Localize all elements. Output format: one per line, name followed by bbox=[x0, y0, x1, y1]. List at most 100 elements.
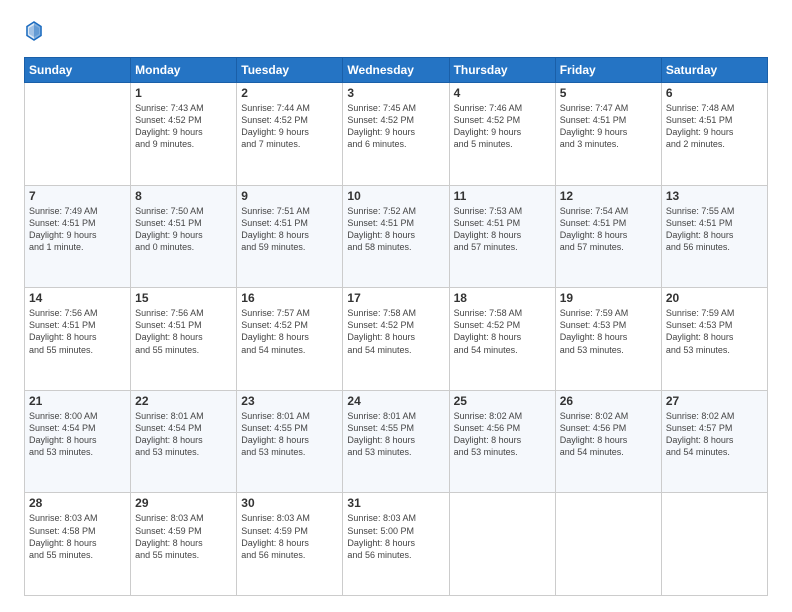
calendar-week-4: 21 Sunrise: 8:00 AM Sunset: 4:54 PM Dayli… bbox=[25, 390, 768, 493]
day-number: 19 bbox=[560, 291, 657, 305]
calendar-cell bbox=[449, 493, 555, 596]
calendar-cell: 19 Sunrise: 7:59 AM Sunset: 4:53 PM Dayli… bbox=[555, 288, 661, 391]
calendar-cell: 29 Sunrise: 8:03 AM Sunset: 4:59 PM Dayli… bbox=[131, 493, 237, 596]
day-number: 22 bbox=[135, 394, 232, 408]
day-info: Sunrise: 7:53 AM Sunset: 4:51 PM Dayligh… bbox=[454, 205, 551, 254]
day-info: Sunrise: 8:02 AM Sunset: 4:57 PM Dayligh… bbox=[666, 410, 763, 459]
day-number: 20 bbox=[666, 291, 763, 305]
day-info: Sunrise: 7:59 AM Sunset: 4:53 PM Dayligh… bbox=[666, 307, 763, 356]
day-number: 3 bbox=[347, 86, 444, 100]
calendar-table: SundayMondayTuesdayWednesdayThursdayFrid… bbox=[24, 57, 768, 596]
calendar-cell: 4Sunrise: 7:46 AM Sunset: 4:52 PM Daylig… bbox=[449, 83, 555, 186]
day-number: 24 bbox=[347, 394, 444, 408]
day-number: 1 bbox=[135, 86, 232, 100]
calendar-cell: 31 Sunrise: 8:03 AM Sunset: 5:00 PM Dayli… bbox=[343, 493, 449, 596]
day-info: Sunrise: 7:56 AM Sunset: 4:51 PM Dayligh… bbox=[29, 307, 126, 356]
calendar-cell: 2Sunrise: 7:44 AM Sunset: 4:52 PM Daylig… bbox=[237, 83, 343, 186]
day-number: 31 bbox=[347, 496, 444, 510]
day-number: 8 bbox=[135, 189, 232, 203]
day-info: Sunrise: 7:49 AM Sunset: 4:51 PM Dayligh… bbox=[29, 205, 126, 254]
calendar-cell: 23 Sunrise: 8:01 AM Sunset: 4:55 PM Dayli… bbox=[237, 390, 343, 493]
day-number: 13 bbox=[666, 189, 763, 203]
calendar-col-monday: Monday bbox=[131, 58, 237, 83]
day-info: Sunrise: 8:01 AM Sunset: 4:55 PM Dayligh… bbox=[241, 410, 338, 459]
day-number: 27 bbox=[666, 394, 763, 408]
day-info: Sunrise: 7:57 AM Sunset: 4:52 PM Dayligh… bbox=[241, 307, 338, 356]
calendar-cell: 26 Sunrise: 8:02 AM Sunset: 4:56 PM Dayli… bbox=[555, 390, 661, 493]
day-info: Sunrise: 8:01 AM Sunset: 4:55 PM Dayligh… bbox=[347, 410, 444, 459]
calendar-cell bbox=[25, 83, 131, 186]
calendar-cell: 25Sunrise: 8:02 AM Sunset: 4:56 PM Dayli… bbox=[449, 390, 555, 493]
day-info: Sunrise: 8:00 AM Sunset: 4:54 PM Dayligh… bbox=[29, 410, 126, 459]
day-number: 23 bbox=[241, 394, 338, 408]
calendar-col-thursday: Thursday bbox=[449, 58, 555, 83]
calendar-cell: 14 Sunrise: 7:56 AM Sunset: 4:51 PM Dayli… bbox=[25, 288, 131, 391]
calendar-cell: 6 Sunrise: 7:48 AM Sunset: 4:51 PM Daylig… bbox=[661, 83, 767, 186]
day-info: Sunrise: 7:47 AM Sunset: 4:51 PM Dayligh… bbox=[560, 102, 657, 151]
calendar-cell: 30Sunrise: 8:03 AM Sunset: 4:59 PM Dayli… bbox=[237, 493, 343, 596]
day-info: Sunrise: 7:44 AM Sunset: 4:52 PM Dayligh… bbox=[241, 102, 338, 151]
day-info: Sunrise: 7:59 AM Sunset: 4:53 PM Dayligh… bbox=[560, 307, 657, 356]
calendar-cell: 15Sunrise: 7:56 AM Sunset: 4:51 PM Dayli… bbox=[131, 288, 237, 391]
calendar-cell: 11Sunrise: 7:53 AM Sunset: 4:51 PM Dayli… bbox=[449, 185, 555, 288]
calendar-week-2: 7 Sunrise: 7:49 AM Sunset: 4:51 PM Daylig… bbox=[25, 185, 768, 288]
calendar-cell: 9 Sunrise: 7:51 AM Sunset: 4:51 PM Daylig… bbox=[237, 185, 343, 288]
calendar-cell: 18 Sunrise: 7:58 AM Sunset: 4:52 PM Dayli… bbox=[449, 288, 555, 391]
calendar-cell: 12Sunrise: 7:54 AM Sunset: 4:51 PM Dayli… bbox=[555, 185, 661, 288]
day-number: 21 bbox=[29, 394, 126, 408]
calendar-cell: 22 Sunrise: 8:01 AM Sunset: 4:54 PM Dayli… bbox=[131, 390, 237, 493]
day-info: Sunrise: 8:01 AM Sunset: 4:54 PM Dayligh… bbox=[135, 410, 232, 459]
calendar-cell: 16Sunrise: 7:57 AM Sunset: 4:52 PM Dayli… bbox=[237, 288, 343, 391]
calendar-cell: 17 Sunrise: 7:58 AM Sunset: 4:52 PM Dayli… bbox=[343, 288, 449, 391]
calendar-week-3: 14 Sunrise: 7:56 AM Sunset: 4:51 PM Dayli… bbox=[25, 288, 768, 391]
calendar-col-wednesday: Wednesday bbox=[343, 58, 449, 83]
calendar-col-friday: Friday bbox=[555, 58, 661, 83]
day-number: 4 bbox=[454, 86, 551, 100]
day-number: 17 bbox=[347, 291, 444, 305]
day-info: Sunrise: 7:50 AM Sunset: 4:51 PM Dayligh… bbox=[135, 205, 232, 254]
calendar-week-1: 1 Sunrise: 7:43 AM Sunset: 4:52 PM Daylig… bbox=[25, 83, 768, 186]
calendar-cell: 28Sunrise: 8:03 AM Sunset: 4:58 PM Dayli… bbox=[25, 493, 131, 596]
day-info: Sunrise: 8:03 AM Sunset: 4:59 PM Dayligh… bbox=[135, 512, 232, 561]
day-number: 9 bbox=[241, 189, 338, 203]
day-info: Sunrise: 8:03 AM Sunset: 4:59 PM Dayligh… bbox=[241, 512, 338, 561]
day-number: 6 bbox=[666, 86, 763, 100]
day-number: 18 bbox=[454, 291, 551, 305]
day-info: Sunrise: 7:58 AM Sunset: 4:52 PM Dayligh… bbox=[347, 307, 444, 356]
calendar-cell: 24 Sunrise: 8:01 AM Sunset: 4:55 PM Dayli… bbox=[343, 390, 449, 493]
day-number: 7 bbox=[29, 189, 126, 203]
calendar-cell bbox=[555, 493, 661, 596]
day-number: 26 bbox=[560, 394, 657, 408]
day-info: Sunrise: 8:03 AM Sunset: 5:00 PM Dayligh… bbox=[347, 512, 444, 561]
header bbox=[24, 20, 768, 47]
day-info: Sunrise: 7:43 AM Sunset: 4:52 PM Dayligh… bbox=[135, 102, 232, 151]
day-info: Sunrise: 7:58 AM Sunset: 4:52 PM Dayligh… bbox=[454, 307, 551, 356]
calendar-cell: 5 Sunrise: 7:47 AM Sunset: 4:51 PM Daylig… bbox=[555, 83, 661, 186]
day-number: 5 bbox=[560, 86, 657, 100]
calendar-cell: 1 Sunrise: 7:43 AM Sunset: 4:52 PM Daylig… bbox=[131, 83, 237, 186]
day-number: 10 bbox=[347, 189, 444, 203]
calendar-cell: 27 Sunrise: 8:02 AM Sunset: 4:57 PM Dayli… bbox=[661, 390, 767, 493]
day-number: 29 bbox=[135, 496, 232, 510]
day-number: 28 bbox=[29, 496, 126, 510]
calendar-cell: 3Sunrise: 7:45 AM Sunset: 4:52 PM Daylig… bbox=[343, 83, 449, 186]
calendar-cell: 8 Sunrise: 7:50 AM Sunset: 4:51 PM Daylig… bbox=[131, 185, 237, 288]
day-number: 15 bbox=[135, 291, 232, 305]
calendar-col-saturday: Saturday bbox=[661, 58, 767, 83]
day-number: 14 bbox=[29, 291, 126, 305]
day-info: Sunrise: 7:55 AM Sunset: 4:51 PM Dayligh… bbox=[666, 205, 763, 254]
day-info: Sunrise: 8:02 AM Sunset: 4:56 PM Dayligh… bbox=[560, 410, 657, 459]
calendar-cell bbox=[661, 493, 767, 596]
logo-icon bbox=[25, 20, 43, 42]
calendar-header-row: SundayMondayTuesdayWednesdayThursdayFrid… bbox=[25, 58, 768, 83]
day-info: Sunrise: 8:02 AM Sunset: 4:56 PM Dayligh… bbox=[454, 410, 551, 459]
day-info: Sunrise: 7:48 AM Sunset: 4:51 PM Dayligh… bbox=[666, 102, 763, 151]
logo bbox=[24, 20, 45, 47]
day-info: Sunrise: 7:52 AM Sunset: 4:51 PM Dayligh… bbox=[347, 205, 444, 254]
day-info: Sunrise: 7:54 AM Sunset: 4:51 PM Dayligh… bbox=[560, 205, 657, 254]
day-info: Sunrise: 7:51 AM Sunset: 4:51 PM Dayligh… bbox=[241, 205, 338, 254]
calendar-cell: 21 Sunrise: 8:00 AM Sunset: 4:54 PM Dayli… bbox=[25, 390, 131, 493]
calendar-col-tuesday: Tuesday bbox=[237, 58, 343, 83]
calendar-cell: 10 Sunrise: 7:52 AM Sunset: 4:51 PM Dayli… bbox=[343, 185, 449, 288]
calendar-col-sunday: Sunday bbox=[25, 58, 131, 83]
